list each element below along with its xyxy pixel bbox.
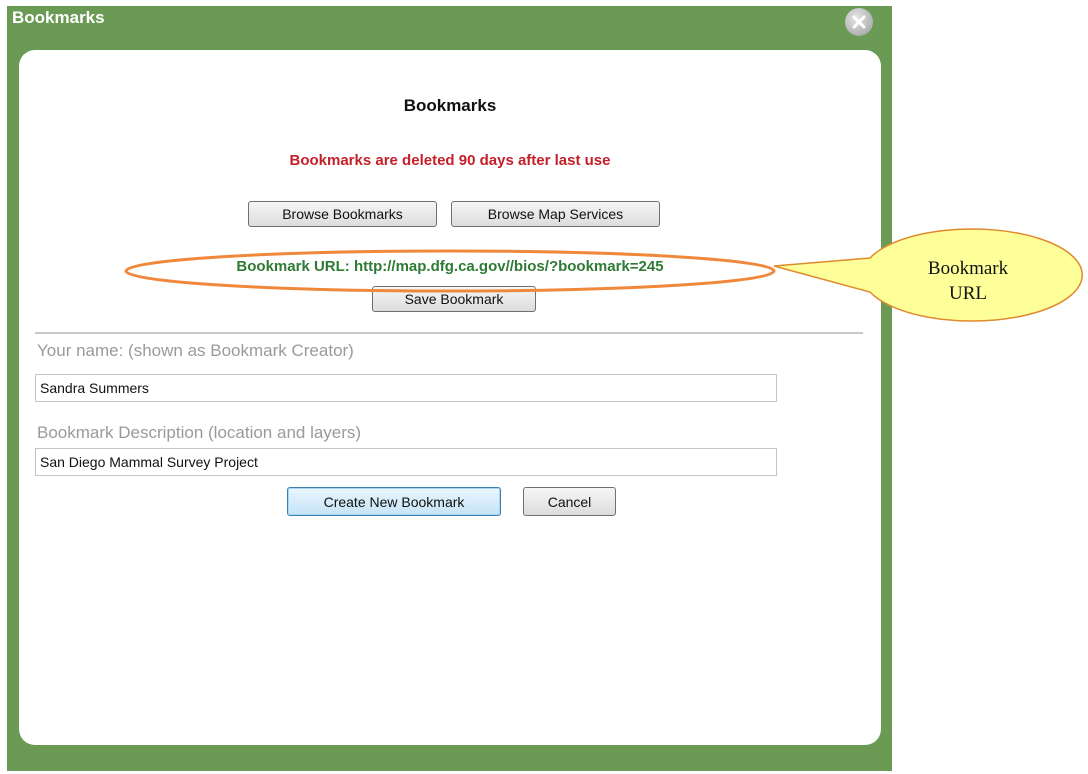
create-new-bookmark-button[interactable]: Create New Bookmark [287,487,501,516]
browse-map-services-button[interactable]: Browse Map Services [451,201,660,227]
cancel-button[interactable]: Cancel [523,487,616,516]
callout-text: Bookmark URL [908,256,1028,306]
callout-line-1: Bookmark [927,258,1009,279]
callout-line-2: URL [949,283,987,304]
dialog-title: Bookmarks [12,8,105,27]
name-label: Your name: (shown as Bookmark Creator) [37,341,354,360]
close-button[interactable] [845,8,873,36]
deletion-warning: Bookmarks are deleted 90 days after last… [289,152,611,169]
bookmark-url: Bookmark URL: http://map.dfg.ca.gov//bio… [236,258,664,275]
bookmarks-dialog: Bookmarks Bookmarks Bookmarks are delete… [7,6,892,771]
panel-heading: Bookmarks [403,96,497,115]
description-input[interactable] [35,448,777,476]
browse-bookmarks-button[interactable]: Browse Bookmarks [248,201,437,227]
save-bookmark-button[interactable]: Save Bookmark [372,286,536,312]
dialog-panel: Bookmarks Bookmarks are deleted 90 days … [19,50,881,745]
description-label: Bookmark Description (location and layer… [37,423,362,442]
name-input[interactable] [35,374,777,402]
stage: Bookmarks Bookmarks Bookmarks are delete… [0,0,1088,774]
close-icon [852,15,866,29]
divider [35,332,863,334]
